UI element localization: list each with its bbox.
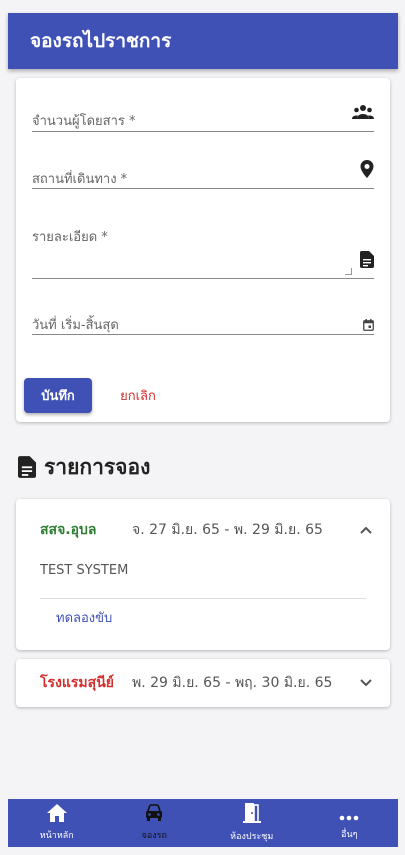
people-icon: [352, 104, 374, 124]
details-textarea[interactable]: รายละเอียด *: [32, 224, 374, 279]
door-icon: [242, 803, 261, 827]
car-icon: [145, 804, 163, 826]
nav-item-car-booking[interactable]: จองรถ: [106, 799, 204, 847]
booking-header-2[interactable]: โรงแรมสุนีย์ พ. 29 มิ.ย. 65 - พฤ. 30 มิ.…: [40, 659, 376, 707]
app-bar: จองรถไปราชการ: [8, 13, 398, 69]
date-range-label: วันที่ เริ่ม-สิ้นสุด: [32, 318, 119, 333]
nav-item-meeting-room[interactable]: ห้องประชุม: [203, 799, 301, 847]
booking-place: โรงแรมสุนีย์: [40, 675, 114, 691]
booking-dates: พ. 29 มิ.ย. 65 - พฤ. 30 มิ.ย. 65: [132, 675, 333, 691]
calendar-icon[interactable]: [363, 316, 374, 335]
destination-field[interactable]: สถานที่เดินทาง *: [32, 160, 374, 189]
home-icon: [46, 804, 67, 826]
booking-header-1[interactable]: สสจ.อุบล จ. 27 มิ.ย. 65 - พ. 29 มิ.ย. 65: [40, 499, 376, 561]
document-icon: [360, 251, 374, 272]
bottom-navigation: หน้าหลัก จองรถ ห้องประชุม อื่นๆ: [8, 799, 398, 847]
passenger-count-field[interactable]: จำนวนผู้โดยสาร *: [32, 104, 374, 132]
details-label: รายละเอียด *: [32, 230, 108, 245]
destination-label: สถานที่เดินทาง *: [32, 172, 128, 187]
booking-detail: TEST SYSTEM: [40, 563, 129, 578]
nav-label-more: อื่นๆ: [341, 829, 358, 840]
test-drive-link[interactable]: ทดลองขับ: [56, 607, 112, 628]
more-icon: [339, 806, 359, 825]
booking-card-1: สสจ.อุบล จ. 27 มิ.ย. 65 - พ. 29 มิ.ย. 65…: [16, 499, 390, 650]
booking-form: จำนวนผู้โดยสาร * สถานที่เดินทาง * รายละเ…: [16, 78, 390, 422]
nav-label-car-booking: จองรถ: [141, 831, 167, 841]
bookings-section-title: รายการจอง: [18, 450, 150, 484]
nav-item-home[interactable]: หน้าหลัก: [8, 799, 106, 847]
resize-handle[interactable]: [345, 268, 352, 275]
booking-dates: จ. 27 มิ.ย. 65 - พ. 29 มิ.ย. 65: [132, 522, 323, 538]
nav-label-home: หน้าหลัก: [39, 831, 74, 841]
chevron-down-icon[interactable]: [356, 673, 376, 693]
booking-card-2: โรงแรมสุนีย์ พ. 29 มิ.ย. 65 - พฤ. 30 มิ.…: [16, 659, 390, 707]
passenger-count-label: จำนวนผู้โดยสาร *: [32, 114, 136, 129]
nav-item-more[interactable]: อื่นๆ: [301, 799, 399, 847]
save-button[interactable]: บันทึก: [24, 378, 92, 413]
location-pin-icon: [360, 160, 374, 182]
cancel-button[interactable]: ยกเลิก: [108, 378, 168, 413]
bookings-title: รายการจอง: [44, 454, 151, 479]
document-icon: [18, 456, 36, 478]
booking-place: สสจ.อุบล: [40, 522, 97, 538]
divider: [40, 598, 366, 599]
nav-label-meeting-room: ห้องประชุม: [230, 832, 274, 842]
page-title: จองรถไปราชการ: [30, 30, 172, 52]
chevron-up-icon[interactable]: [356, 520, 376, 540]
date-range-field[interactable]: วันที่ เริ่ม-สิ้นสุด: [32, 312, 374, 335]
